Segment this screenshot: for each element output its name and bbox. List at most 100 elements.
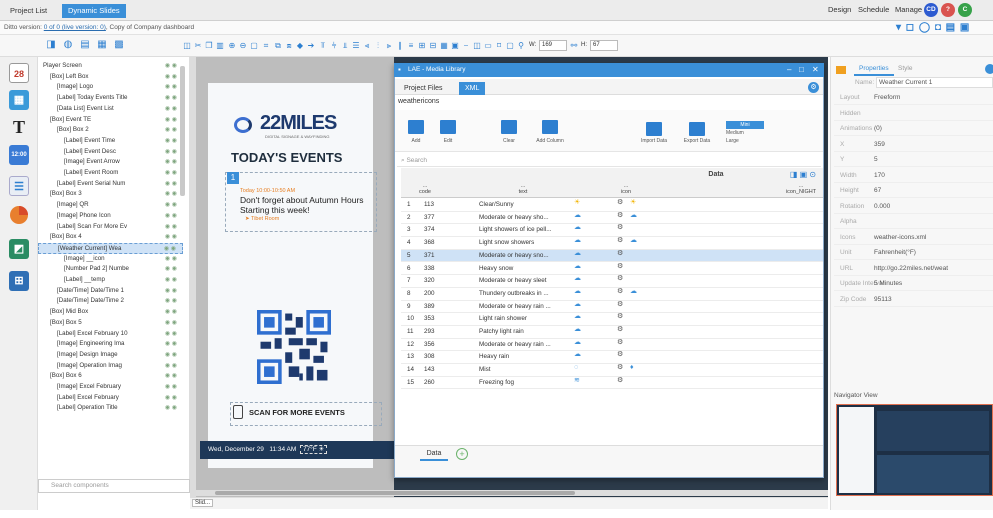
align-middle-icon[interactable]: ⫩ <box>330 41 338 51</box>
property-value[interactable]: 170 <box>874 168 885 183</box>
visibility-icon[interactable]: ◉ ◉ <box>165 157 177 168</box>
space-h-icon[interactable]: ∥ <box>396 41 404 51</box>
tree-item[interactable]: [Label] Excel February ◉ ◉ <box>38 393 183 404</box>
size-mini[interactable]: Mini <box>726 121 764 129</box>
tree-item[interactable]: [Date/Time] Date/Time 2 ◉ ◉ <box>38 296 183 307</box>
tree-item[interactable]: [Box] Mid Box ◉ ◉ <box>38 307 183 318</box>
tree-item[interactable]: [Box] Box 3 ◉ ◉ <box>38 189 183 200</box>
table-row[interactable]: 9 389 Moderate or heavy rain ... ☁ ⚙ <box>401 301 823 314</box>
table-row[interactable]: 11 293 Patchy light rain ☁ ⚙ <box>401 326 823 339</box>
visibility-icon[interactable]: ◉ ◉ <box>165 93 177 104</box>
visibility-icon[interactable]: ◉ ◉ <box>165 179 177 190</box>
minimize-icon[interactable]: – <box>787 63 791 77</box>
table-row[interactable]: 13 308 Heavy rain ☁ ⚙ <box>401 351 823 365</box>
visibility-icon[interactable]: ◉ ◉ <box>165 115 177 126</box>
tree-item[interactable]: [Box] Box 5 ◉ ◉ <box>38 318 183 329</box>
web-tool-icon[interactable]: ⊞ <box>9 271 29 291</box>
visibility-icon[interactable]: ◉ ◉ <box>165 350 177 361</box>
property-value[interactable]: 67 <box>874 183 881 198</box>
property-value[interactable]: weather-icons.xml <box>874 230 926 245</box>
edit-icon[interactable]: ⚙ <box>617 313 623 320</box>
table-row[interactable]: 5 371 Moderate or heavy sno... ☁ ⚙ <box>401 249 823 263</box>
cut-icon[interactable]: ✂ <box>194 41 202 51</box>
size-medium[interactable]: Medium <box>726 130 744 136</box>
image-tool-icon[interactable]: ▦ <box>9 90 29 110</box>
edit-icon[interactable]: ⚙ <box>617 263 623 270</box>
edit-icon[interactable]: ⚙ <box>617 377 623 384</box>
pin-icon[interactable]: ⚲ <box>517 41 525 51</box>
layers-icon[interactable]: ◨ <box>45 39 57 51</box>
fit-icon[interactable]: ▢ <box>250 41 258 51</box>
panel-settings-icon[interactable] <box>985 64 993 74</box>
tree-item[interactable]: [Label] Excel February 10 ◉ ◉ <box>38 329 183 340</box>
property-value[interactable]: Freeform <box>874 90 900 105</box>
tree-item[interactable]: [Label] Operation Title ◉ ◉ <box>38 403 183 414</box>
visibility-icon[interactable]: ◉ ◉ <box>165 136 177 147</box>
tree-item[interactable]: [Label] Scan For More Ev ◉ ◉ <box>38 222 183 233</box>
table-row[interactable]: 7 320 Moderate or heavy sleet ☁ ⚙ <box>401 275 823 288</box>
tree-item[interactable]: [Image] Operation Imag ◉ ◉ <box>38 361 183 372</box>
navigator-preview[interactable] <box>836 404 993 496</box>
tree-item[interactable]: [Date/Time] Date/Time 1 ◉ ◉ <box>38 286 183 297</box>
visibility-icon[interactable]: ◉ ◉ <box>165 82 177 93</box>
tab-project-list[interactable]: Project List <box>4 4 53 18</box>
schedule-menu[interactable]: Schedule <box>858 5 889 14</box>
crop-icon[interactable]: ⌑ <box>495 41 503 51</box>
grid-action-icons[interactable]: ◨ ▣ ⊙ <box>785 170 821 179</box>
chart-tool-icon[interactable] <box>9 205 29 225</box>
component-search-input[interactable]: Search components <box>38 479 190 493</box>
settings-icon[interactable]: ⚙ <box>808 82 819 93</box>
shape-icon[interactable]: ▣ <box>451 41 459 51</box>
calendar-icon[interactable]: 28 <box>9 63 29 83</box>
line-icon[interactable]: ⎯ <box>462 41 470 51</box>
copy-icon[interactable]: ❐ <box>205 41 213 51</box>
visibility-icon[interactable]: ◉ ◉ <box>165 382 177 393</box>
visibility-icon[interactable]: ◉ ◉ <box>165 147 177 158</box>
height-input[interactable]: 67 <box>590 40 618 51</box>
visibility-icon[interactable]: ◉ ◉ <box>165 211 177 222</box>
visibility-icon[interactable]: ◉ ◉ <box>165 339 177 350</box>
table-row[interactable]: 8 200 Thundery outbreaks in ... ☁ ⚙ ☁ <box>401 288 823 301</box>
assets-icon[interactable]: ▦ <box>96 39 108 51</box>
grid-icon[interactable]: ▩ <box>113 39 125 51</box>
table-row[interactable]: 6 338 Heavy snow ☁ ⚙ <box>401 263 823 276</box>
ungroup-icon[interactable]: ⧈ <box>285 41 293 51</box>
select-icon[interactable]: ◫ <box>183 41 191 51</box>
visibility-icon[interactable]: ◉ ◉ <box>165 189 177 200</box>
tree-item[interactable]: [Image] QR ◉ ◉ <box>38 200 183 211</box>
distribute-icon[interactable]: ☰ <box>352 41 360 51</box>
tree-item[interactable]: [Image] Design Image ◉ ◉ <box>38 350 183 361</box>
tab-project-files[interactable]: Project Files <box>398 82 449 95</box>
property-value[interactable]: 5 Minutes <box>874 276 902 291</box>
visibility-icon[interactable]: ◉ ◉ <box>165 222 177 233</box>
clock-tool-icon[interactable]: 12:00 <box>9 145 29 165</box>
name-input[interactable]: Weather Current 1 <box>876 77 993 88</box>
lock-icon[interactable]: ⊟ <box>429 41 437 51</box>
manage-menu[interactable]: Manage <box>895 5 922 14</box>
visibility-icon[interactable]: ◉ ◉ <box>165 371 177 382</box>
tree-item[interactable]: [Box] Box 6 ◉ ◉ <box>38 371 183 382</box>
zoom-out-icon[interactable]: ⊖ <box>239 41 247 51</box>
tab-properties[interactable]: Properties <box>854 62 894 76</box>
table-row[interactable]: 14 143 Mist ◌ ⚙ ♦ <box>401 364 823 377</box>
tree-item[interactable]: [Image] __icon ◉ ◉ <box>38 254 183 265</box>
pages-icon[interactable]: ▤ <box>79 39 91 51</box>
add-column-button[interactable]: Add Column <box>530 138 570 144</box>
tree-item[interactable]: [Image] Phone Icon ◉ ◉ <box>38 211 183 222</box>
export-data-button[interactable]: Export Data <box>677 138 717 144</box>
visibility-icon[interactable]: ◉ ◉ <box>165 125 177 136</box>
rect-icon[interactable]: ▢ <box>506 41 514 51</box>
align-right-icon[interactable]: ⫸ <box>385 41 393 51</box>
edit-icon[interactable]: ⚙ <box>617 224 623 231</box>
components-icon[interactable]: ◍ <box>62 39 74 51</box>
frame-icon[interactable]: ▭ <box>484 41 492 51</box>
tree-item[interactable]: [Label] __temp ◉ ◉ <box>38 275 183 286</box>
forward-icon[interactable]: ◆ <box>296 41 304 51</box>
arrow-icon[interactable]: ➔ <box>307 41 315 51</box>
tree-item[interactable]: [Weather Current] Wea ◉ ◉ <box>38 242 183 254</box>
edit-icon[interactable]: ⚙ <box>617 237 623 244</box>
version-link[interactable]: 0 of 0 (live version: 0) <box>44 24 106 31</box>
edit-icon[interactable]: ⚙ <box>617 199 623 206</box>
edit-icon[interactable]: ⚙ <box>617 351 623 358</box>
import-icon[interactable] <box>646 122 662 136</box>
